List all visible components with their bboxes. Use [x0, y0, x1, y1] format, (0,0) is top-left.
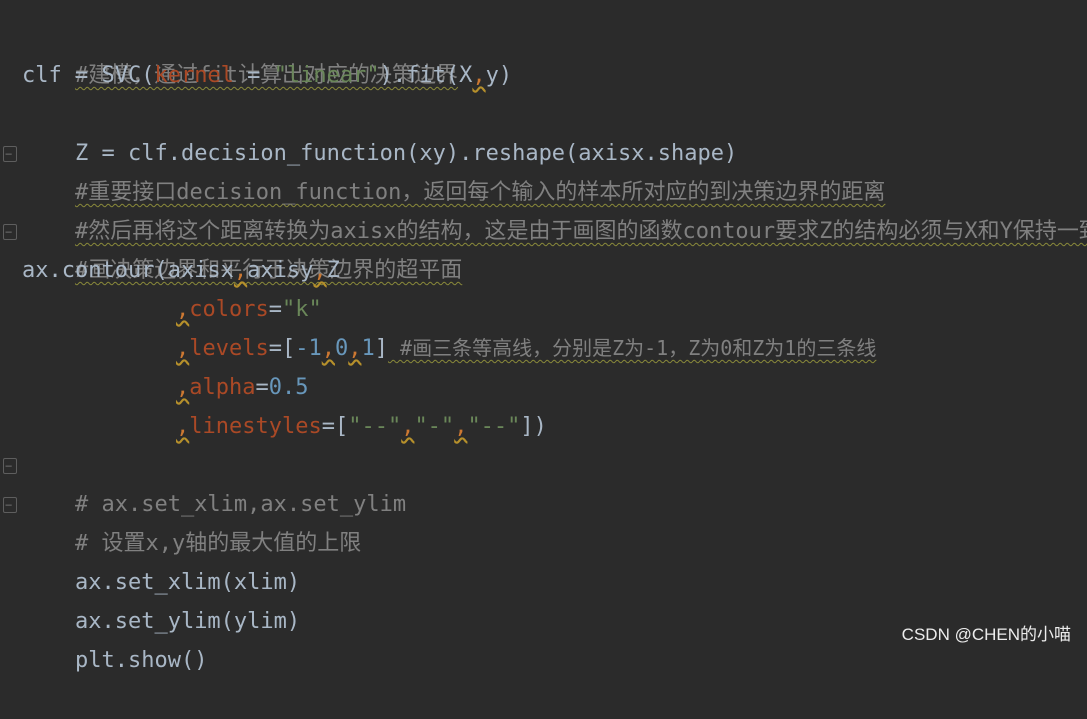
code-token: ).fit(X: [379, 63, 473, 88]
string-literal: "linear": [273, 63, 380, 88]
code-token: =: [255, 375, 269, 400]
comma-warning: ,: [313, 258, 327, 283]
string-literal: "--": [348, 414, 402, 439]
code-token: =: [268, 297, 282, 322]
code-line-13[interactable]: # 设置x,y轴的最大值的上限: [22, 485, 361, 556]
code-token: =[: [321, 414, 349, 439]
code-token: =[: [268, 336, 296, 361]
code-line-10[interactable]: ,alpha=0.5: [176, 368, 308, 407]
code-line-1[interactable]: #建模，通过fit计算出对应的决策边界: [22, 17, 458, 88]
fold-icon[interactable]: [3, 146, 17, 162]
code-token: y): [485, 63, 513, 88]
code-token: ]: [374, 336, 388, 361]
code-line-6[interactable]: #画决策边界和平行于决策边界的超平面: [22, 212, 462, 283]
comma-warning: ,: [401, 414, 415, 439]
watermark-text: CSDN @CHEN的小喵: [901, 625, 1071, 644]
string-literal: "k": [281, 297, 322, 322]
code-line-15[interactable]: ax.set_ylim(ylim): [22, 563, 300, 634]
param-alpha: alpha: [189, 375, 256, 400]
code-token: ax.contour(axisx: [22, 258, 234, 283]
comma-warning: ,: [454, 414, 468, 439]
code-line-14[interactable]: ax.set_xlim(xlim): [22, 524, 300, 595]
code-token: Z: [326, 258, 340, 283]
code-token: clf = SVC(: [22, 63, 155, 88]
comma-warning: ,: [233, 258, 248, 283]
param-kernel: kernel: [154, 63, 234, 88]
comma-warning: ,: [472, 63, 486, 88]
string-literal: "--": [467, 414, 521, 439]
code-line-9[interactable]: ,levels=[-1,0,1] #画三条等高线，分别是Z为-1，Z为0和Z为1…: [176, 329, 876, 368]
fold-icon[interactable]: [3, 497, 17, 513]
number-literal: 0: [334, 336, 349, 361]
code-line-7[interactable]: ax.contour(axisx,axisy,Z: [22, 251, 340, 290]
param-levels: levels: [189, 336, 269, 361]
comma-warning: ,: [176, 297, 190, 322]
comma-warning: ,: [321, 336, 335, 361]
fold-icon[interactable]: [3, 224, 17, 240]
comment-text: #画三条等高线，分别是Z为-1，Z为0和Z为1的三条线: [387, 336, 877, 360]
code-line-4[interactable]: #重要接口decision_function，返回每个输入的样本所对应的到决策边…: [22, 134, 885, 205]
fold-icon[interactable]: [3, 458, 17, 474]
param-linestyles: linestyles: [189, 414, 322, 439]
number-literal: 0.5: [268, 375, 309, 400]
code-line-8[interactable]: ,colors="k": [176, 290, 322, 329]
comma-warning: ,: [176, 414, 190, 439]
code-token: plt.show(): [74, 648, 208, 673]
code-token: ]): [520, 414, 547, 439]
number-literal: 1: [361, 336, 375, 361]
comma-warning: ,: [348, 336, 362, 361]
comma-warning: ,: [176, 375, 190, 400]
comma-warning: ,: [176, 336, 190, 361]
number-literal: -1: [295, 336, 322, 361]
code-token: =: [233, 63, 274, 88]
code-line-5[interactable]: #然后再将这个距离转换为axisx的结构，这是由于画图的函数contour要求Z…: [22, 173, 1087, 244]
string-literal: "-": [414, 414, 455, 439]
code-line-12[interactable]: # ax.set_xlim,ax.set_ylim: [22, 446, 406, 517]
code-token: axisy: [247, 258, 314, 283]
param-colors: colors: [189, 297, 269, 322]
code-line-11[interactable]: ,linestyles=["--","-","--"]): [176, 407, 547, 446]
code-line-16[interactable]: plt.show(): [22, 602, 207, 673]
code-editor[interactable]: #建模，通过fit计算出对应的决策边界 clf = SVC(kernel = "…: [0, 0, 1087, 673]
code-line-3[interactable]: Z = clf.decision_function(xy).reshape(ax…: [22, 95, 737, 166]
code-line-2[interactable]: clf = SVC(kernel = "linear").fit(X,y): [22, 56, 512, 95]
